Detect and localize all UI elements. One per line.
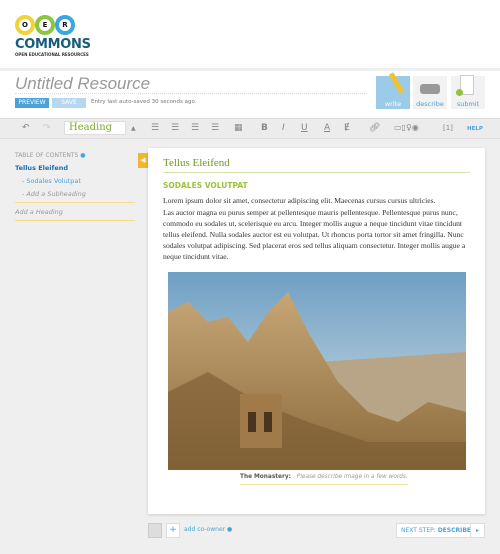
- media-icons[interactable]: ▭▯♀◉: [394, 123, 419, 132]
- chevron-up-icon[interactable]: ▲: [131, 125, 136, 132]
- image-caption: The Monastery: Please describe image in …: [240, 474, 408, 485]
- table-of-contents: TABLE OF CONTENTS ● Tellus Eleifend - So…: [15, 152, 135, 226]
- outdent-icon[interactable]: ☰: [211, 123, 219, 133]
- step-submit[interactable]: submit: [451, 75, 485, 109]
- add-coowner-link[interactable]: add co-owner ●: [184, 526, 232, 533]
- content-subheading[interactable]: SODALES VOLUTPAT: [163, 181, 248, 190]
- add-subheading[interactable]: - Add a Subheading: [15, 190, 135, 203]
- save-button[interactable]: SAVE: [52, 98, 86, 108]
- numbered-list-icon[interactable]: ☰: [171, 123, 179, 133]
- step-write[interactable]: write: [376, 72, 410, 109]
- check-icon: [456, 89, 463, 96]
- undo-icon[interactable]: ↶: [22, 123, 30, 133]
- site-header: O E R COMMONS OPEN EDUCATIONAL RESOURCES: [0, 0, 500, 68]
- avatar: [148, 523, 162, 538]
- redo-icon[interactable]: ↷: [43, 123, 51, 133]
- add-heading[interactable]: Add a Heading: [15, 208, 135, 221]
- bullet-list-icon[interactable]: ☰: [151, 123, 159, 133]
- toc-label: TABLE OF CONTENTS ●: [15, 152, 86, 159]
- italic-icon[interactable]: I: [282, 123, 285, 133]
- indent-icon[interactable]: ☰: [191, 123, 199, 133]
- paragraph[interactable]: Lorem ipsum dolor sit amet, consectetur …: [163, 195, 471, 206]
- paragraph[interactable]: Las auctor magna eu purus semper at pell…: [163, 207, 471, 262]
- add-coowner-button[interactable]: +: [166, 523, 180, 538]
- footnote-button[interactable]: [1]: [443, 124, 453, 132]
- help-link[interactable]: HELP: [467, 126, 483, 132]
- step-describe[interactable]: describe: [413, 76, 447, 109]
- text-color-icon[interactable]: A: [324, 123, 330, 133]
- table-icon[interactable]: ▦: [234, 123, 243, 133]
- divider: [15, 93, 367, 94]
- chevron-right-icon: ▸: [470, 524, 484, 537]
- help-icon[interactable]: ●: [80, 152, 85, 159]
- help-icon[interactable]: ●: [227, 526, 232, 533]
- clear-format-icon[interactable]: Ɇ: [344, 123, 350, 133]
- content-heading[interactable]: Tellus Eleifend: [163, 157, 470, 173]
- next-step-button[interactable]: NEXT STEP: DESCRIBE ▸: [396, 523, 485, 538]
- caption-input[interactable]: Please describe image in a few words.: [297, 474, 408, 480]
- pencil-icon: [388, 72, 405, 94]
- tag-icon: [420, 84, 440, 94]
- autosave-status: Entry last auto-saved 30 seconds ago.: [91, 99, 197, 105]
- bold-icon[interactable]: B: [261, 123, 268, 133]
- monastery-image[interactable]: [168, 272, 466, 470]
- format-select[interactable]: Heading: [64, 121, 126, 135]
- underline-icon[interactable]: U: [301, 123, 308, 133]
- resource-title-input[interactable]: Untitled Resource: [15, 74, 150, 94]
- toc-item[interactable]: Tellus Eleifend: [15, 164, 135, 172]
- preview-button[interactable]: PREVIEW: [15, 98, 49, 108]
- toc-item[interactable]: - Sodales Volutpat: [15, 177, 135, 185]
- collapse-toc-button[interactable]: ◀: [138, 153, 148, 168]
- link-icon[interactable]: 🔗︎: [369, 123, 380, 133]
